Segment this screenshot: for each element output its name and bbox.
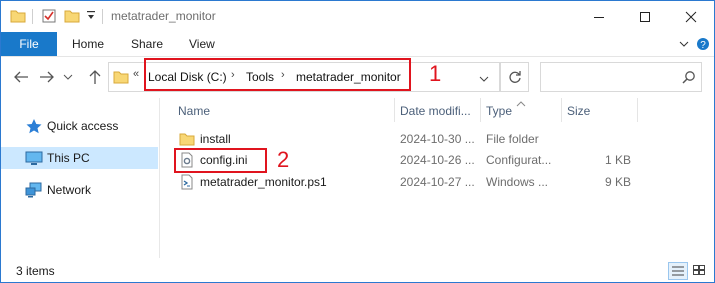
nav-item-network[interactable]: Network: [1, 179, 158, 201]
nav-item-label: Quick access: [47, 119, 119, 133]
minimize-button[interactable]: [576, 1, 622, 32]
chevron-down-icon: [63, 74, 73, 80]
properties-icon[interactable]: [41, 8, 57, 27]
annotation-label: 2: [277, 147, 290, 172]
star-icon: [25, 118, 43, 134]
network-icon: [25, 182, 43, 198]
tab-home[interactable]: Home: [72, 37, 104, 51]
sort-indicator-icon: [516, 96, 526, 110]
file-type: Configurat...: [486, 153, 552, 167]
navigation-pane: Quick access This PC Network: [1, 98, 160, 258]
forward-button[interactable]: [37, 68, 57, 86]
nav-item-label: This PC: [47, 151, 90, 165]
column-divider[interactable]: [480, 98, 481, 122]
large-icons-view-button[interactable]: [690, 262, 708, 278]
divider: [32, 9, 33, 24]
minimize-icon: [594, 16, 604, 18]
column-header-type[interactable]: Type: [486, 104, 512, 118]
column-divider[interactable]: [561, 98, 562, 122]
help-icon[interactable]: ?: [696, 37, 710, 54]
svg-text:?: ?: [700, 40, 706, 51]
file-name: install: [200, 132, 231, 146]
arrow-up-icon: [89, 70, 101, 84]
search-icon: [682, 70, 696, 87]
search-input[interactable]: [540, 62, 702, 92]
file-size: 9 KB: [604, 175, 631, 189]
file-name: metatrader_monitor.ps1: [200, 175, 327, 189]
folder-icon: [113, 69, 129, 88]
file-type: File folder: [486, 132, 539, 146]
maximize-icon: [640, 11, 650, 22]
new-folder-icon[interactable]: [64, 8, 80, 27]
file-date: 2024-10-27 ...: [400, 175, 475, 189]
chevron-down-icon[interactable]: [679, 38, 689, 52]
nav-item-label: Network: [47, 183, 92, 197]
arrow-right-icon: [40, 71, 54, 83]
folder-icon[interactable]: [10, 8, 26, 27]
file-date: 2024-10-30 ...: [400, 132, 475, 146]
back-button[interactable]: [11, 68, 31, 86]
status-item-count: 3 items: [16, 264, 55, 278]
script-file-icon: [179, 174, 195, 193]
up-button[interactable]: [85, 68, 105, 86]
nav-item-quick-access[interactable]: Quick access: [1, 115, 158, 137]
customize-quick-access-icon[interactable]: [86, 10, 96, 25]
refresh-button[interactable]: [500, 62, 529, 92]
tab-share[interactable]: Share: [131, 37, 163, 51]
file-row-install[interactable]: install 2024-10-30 ... File folder: [161, 129, 641, 149]
file-type: Windows ...: [486, 175, 549, 189]
annotation-box: [174, 148, 267, 173]
title-bar: metatrader_monitor: [1, 1, 714, 32]
column-divider[interactable]: [394, 98, 395, 122]
pc-icon: [25, 150, 43, 166]
recent-locations-button[interactable]: [61, 68, 75, 86]
refresh-icon: [508, 71, 521, 83]
column-header-name[interactable]: Name: [178, 104, 210, 118]
large-icons-view-icon: [693, 265, 705, 275]
file-row-metatrader-monitor-ps1[interactable]: metatrader_monitor.ps1 2024-10-27 ... Wi…: [161, 172, 641, 192]
tab-file[interactable]: File: [1, 32, 57, 56]
close-button[interactable]: [668, 1, 714, 32]
tab-view[interactable]: View: [189, 37, 215, 51]
close-icon: [685, 11, 697, 22]
details-view-button[interactable]: [668, 262, 688, 280]
column-header-date-modified[interactable]: Date modifi...: [400, 104, 471, 118]
column-header-size[interactable]: Size: [567, 104, 590, 118]
column-divider[interactable]: [637, 98, 638, 122]
maximize-button[interactable]: [622, 1, 668, 32]
divider: [102, 9, 103, 24]
annotation-box: [144, 58, 411, 91]
details-view-icon: [672, 266, 684, 276]
address-dropdown-icon[interactable]: [479, 73, 489, 87]
ribbon: File Home Share View ?: [1, 32, 714, 57]
overflow-chevron[interactable]: «: [133, 68, 139, 80]
annotation-label: 1: [429, 61, 442, 86]
explorer-window: metatrader_monitor File Home Share View …: [0, 0, 715, 283]
window-title: metatrader_monitor: [111, 9, 216, 23]
file-date: 2024-10-26 ...: [400, 153, 475, 167]
arrow-left-icon: [14, 71, 28, 83]
nav-item-this-pc[interactable]: This PC: [1, 147, 158, 169]
file-size: 1 KB: [604, 153, 631, 167]
